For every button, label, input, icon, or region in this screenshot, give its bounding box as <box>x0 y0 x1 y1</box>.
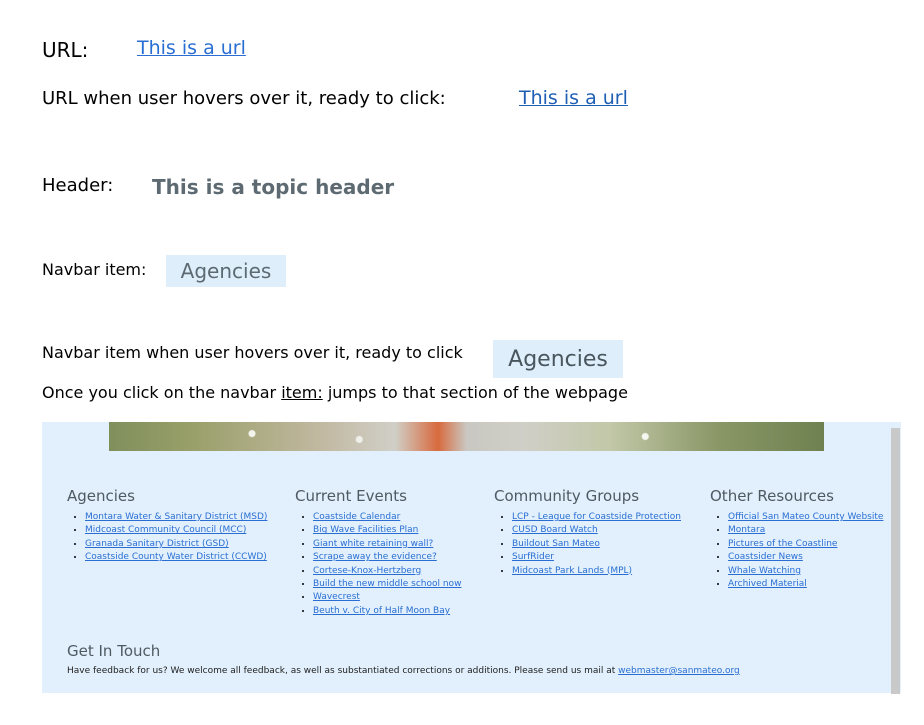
list-item[interactable]: Coastsider News <box>728 551 883 564</box>
list-item[interactable]: Wavecrest <box>313 591 461 604</box>
link[interactable]: Archived Material <box>728 579 807 589</box>
link[interactable]: Montara Water & Sanitary District (MSD) <box>85 512 267 522</box>
list-item[interactable]: Beuth v. City of Half Moon Bay <box>313 605 461 618</box>
link[interactable]: Beuth v. City of Half Moon Bay <box>313 606 450 616</box>
navbar-item-label: Navbar item: <box>42 260 147 279</box>
link[interactable]: SurfRider <box>512 552 554 562</box>
footer-column-agencies: Agencies Montara Water & Sanitary Distri… <box>67 487 267 565</box>
list-item[interactable]: Official San Mateo County Website <box>728 511 883 524</box>
footer-column-other-resources: Other Resources Official San Mateo Count… <box>710 487 883 591</box>
link[interactable]: Coastside Calendar <box>313 512 400 522</box>
list-item[interactable]: Pictures of the Coastline <box>728 538 883 551</box>
link[interactable]: Montara <box>728 525 765 535</box>
link[interactable]: Buildout San Mateo <box>512 539 600 549</box>
topic-header-sample: This is a topic header <box>152 175 395 199</box>
list-item[interactable]: Montara Water & Sanitary District (MSD) <box>85 511 267 524</box>
list-item[interactable]: Coastside Calendar <box>313 511 461 524</box>
hover-url-label: URL when user hovers over it, ready to c… <box>42 88 446 109</box>
list-item[interactable]: Midcoast Park Lands (MPL) <box>512 565 681 578</box>
link[interactable]: Granada Sanitary District (GSD) <box>85 539 229 549</box>
list-item[interactable]: Cortese-Knox-Hertzberg <box>313 565 461 578</box>
list-item[interactable]: Build the new middle school now <box>313 578 461 591</box>
list-item[interactable]: Whale Watching <box>728 565 883 578</box>
link[interactable]: Big Wave Facilities Plan <box>313 525 418 535</box>
scrollbar[interactable] <box>891 428 900 694</box>
list-item[interactable]: Coastside County Water District (CCWD) <box>85 551 267 564</box>
list-item[interactable]: Scrape away the evidence? <box>313 551 461 564</box>
list-item[interactable]: Midcoast Community Council (MCC) <box>85 524 267 537</box>
list-item[interactable]: Archived Material <box>728 578 883 591</box>
list-item[interactable]: Buildout San Mateo <box>512 538 681 551</box>
click-description-pre: Once you click on the navbar <box>42 383 282 402</box>
link[interactable]: Giant white retaining wall? <box>313 539 433 549</box>
footer-section: Agencies Montara Water & Sanitary Distri… <box>42 422 901 693</box>
email-link[interactable]: webmaster@sanmateo.org <box>618 666 740 676</box>
header-label: Header: <box>42 175 114 196</box>
column-title: Other Resources <box>710 487 834 505</box>
link[interactable]: Midcoast Park Lands (MPL) <box>512 566 632 576</box>
column-title: Community Groups <box>494 487 640 505</box>
hover-url-link[interactable]: This is a url <box>519 87 628 109</box>
get-in-touch-text: Have feedback for us? We welcome all fee… <box>67 666 740 676</box>
list-item[interactable]: CUSD Board Watch <box>512 524 681 537</box>
link[interactable]: Whale Watching <box>728 566 801 576</box>
link[interactable]: Coastside County Water District (CCWD) <box>85 552 267 562</box>
banner-image <box>109 422 824 451</box>
navbar-hover-label: Navbar item when user hovers over it, re… <box>42 343 463 362</box>
list-item[interactable]: Giant white retaining wall? <box>313 538 461 551</box>
link[interactable]: Coastsider News <box>728 552 803 562</box>
link[interactable]: Build the new middle school now <box>313 579 461 589</box>
link[interactable]: CUSD Board Watch <box>512 525 598 535</box>
link[interactable]: Wavecrest <box>313 592 360 602</box>
footer-column-current-events: Current Events Coastside Calendar Big Wa… <box>295 487 461 618</box>
navbar-item-agencies-hover[interactable]: Agencies <box>493 340 623 378</box>
list-item[interactable]: LCP - League for Coastside Protection <box>512 511 681 524</box>
get-in-touch-title: Get In Touch <box>67 642 161 660</box>
list-item[interactable]: Granada Sanitary District (GSD) <box>85 538 267 551</box>
list-item[interactable]: Montara <box>728 524 883 537</box>
list-item[interactable]: Big Wave Facilities Plan <box>313 524 461 537</box>
link[interactable]: LCP - League for Coastside Protection <box>512 512 681 522</box>
list-item[interactable]: SurfRider <box>512 551 681 564</box>
click-description: Once you click on the navbar item: jumps… <box>42 383 628 402</box>
column-title: Agencies <box>67 487 135 505</box>
get-in-touch-body: Have feedback for us? We welcome all fee… <box>67 666 619 676</box>
link[interactable]: Official San Mateo County Website <box>728 512 883 522</box>
link[interactable]: Cortese-Knox-Hertzberg <box>313 566 421 576</box>
link[interactable]: Scrape away the evidence? <box>313 552 437 562</box>
link[interactable]: Pictures of the Coastline <box>728 539 837 549</box>
url-label: URL: <box>42 38 89 62</box>
click-description-post: jumps to that section of the webpage <box>322 383 628 402</box>
url-link[interactable]: This is a url <box>137 37 246 59</box>
click-description-item: item: <box>281 383 323 402</box>
navbar-item-agencies[interactable]: Agencies <box>166 255 286 287</box>
link[interactable]: Midcoast Community Council (MCC) <box>85 525 246 535</box>
column-title: Current Events <box>295 487 407 505</box>
footer-column-community-groups: Community Groups LCP - League for Coasts… <box>494 487 681 578</box>
